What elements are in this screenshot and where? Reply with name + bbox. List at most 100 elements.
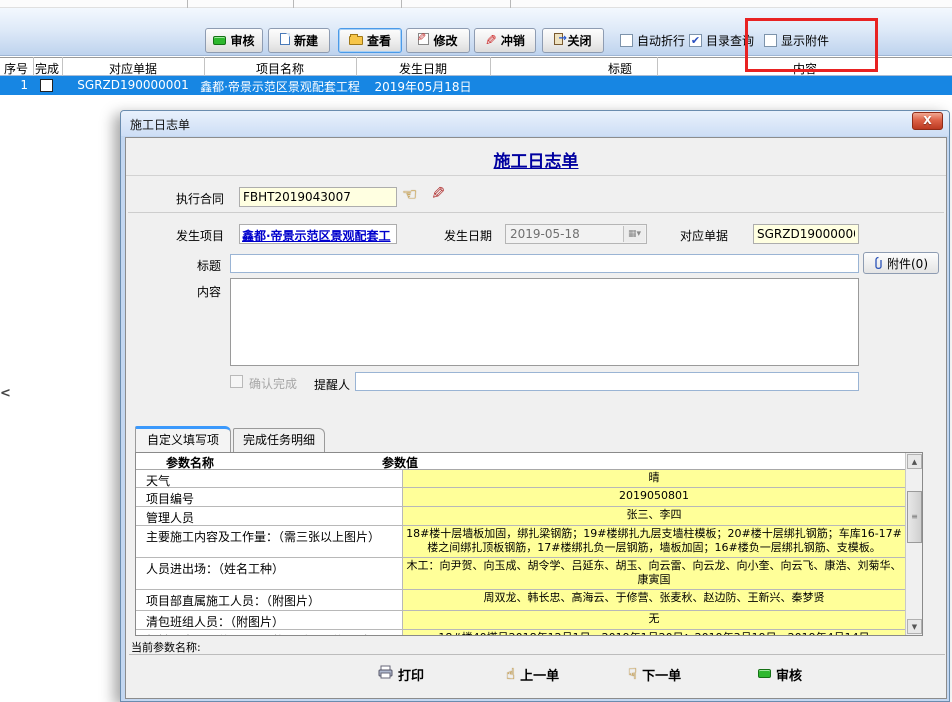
param-value-cell[interactable]: 2019050801 <box>403 488 905 506</box>
footer-button-label: 上一单 <box>520 665 559 684</box>
toolbar-button-label: 查看 <box>367 32 391 49</box>
param-row: 项目部直属施工人员：（附图片）周双龙、韩长忠、高海云、于修营、张麦秋、赵边防、王… <box>136 590 922 611</box>
form-title-band: 施工日志单 <box>126 138 946 176</box>
param-value-cell[interactable]: 18#楼40塔吊2018年12月1日－2019年1月20日；2019年3月19日… <box>403 630 905 636</box>
catalog-search-checkbox[interactable]: ✔ <box>689 34 702 47</box>
audit-icon <box>213 34 226 48</box>
param-value-cell[interactable]: 18#楼十层墙板加固，绑扎梁钢筋；19#楼绑扎九层支墙柱模板；20#楼十层绑扎钢… <box>403 526 905 557</box>
select-hand-icon[interactable]: ☜ <box>402 185 417 205</box>
param-table-scrollbar[interactable]: ▲ ≡ ▼ <box>905 453 922 635</box>
param-name-header: 参数名称 <box>166 454 214 471</box>
toolbar-button-label: 冲销 <box>501 32 525 49</box>
scroll-down-icon[interactable]: ▼ <box>907 619 922 634</box>
current-param-status: 当前参数名称: <box>129 639 945 655</box>
toolbar-button-modify[interactable]: 修改 <box>406 28 470 53</box>
checkbox-group-autowrap: 自动折行 <box>620 32 685 48</box>
footer-button-audit[interactable]: 审核 <box>758 662 802 686</box>
form-title: 施工日志单 <box>494 147 579 172</box>
doc-label: 对应单据 <box>680 227 728 244</box>
dialog-titlebar[interactable]: 施工日志单 X <box>121 111 949 136</box>
toolbar-button-label: 关闭 <box>567 32 591 49</box>
param-value-cell[interactable]: 无 <box>403 611 905 629</box>
row-separator <box>128 212 944 213</box>
title-input[interactable] <box>230 254 859 273</box>
close-icon[interactable]: X <box>912 112 943 130</box>
autowrap-checkbox[interactable] <box>620 34 633 47</box>
reminder-input[interactable] <box>355 372 859 391</box>
param-name-cell: 项目编号 <box>136 488 403 506</box>
grid-column-header: 序号 <box>4 60 28 77</box>
application-window: 审核新建查看修改✎冲销关闭自动折行✔目录查询显示附件 序号完成对应单据项目名称发… <box>0 0 952 702</box>
paperclip-icon <box>874 256 883 270</box>
writeoff-icon: ✎ <box>485 33 497 49</box>
param-row: 管理人员张三、李四 <box>136 507 922 526</box>
construction-log-dialog: 施工日志单 X 施工日志单 执行合同 ☜ ✎ 发生项目 鑫都·帝景示范区景观配套… <box>120 110 950 702</box>
param-row: 主要施工内容及工作量：（需三张以上图片）18#楼十层墙板加固，绑扎梁钢筋；19#… <box>136 526 922 558</box>
param-name-cell: 项目部直属施工人员：（附图片） <box>136 590 403 610</box>
param-name-cell: 管理人员 <box>136 507 403 525</box>
grid-column-header: 对应单据 <box>109 60 157 77</box>
modify-icon <box>418 33 429 48</box>
toolbar-button-writeoff[interactable]: ✎冲销 <box>474 28 536 53</box>
grid-row[interactable]: 1SGRZD190000001鑫都·帝景示范区景观配套工程2019年05月18日 <box>0 76 952 95</box>
param-name-cell: 机械进出场及使用：（品牌、型号、使用时间） <box>136 630 403 636</box>
dialog-title: 施工日志单 <box>130 116 190 133</box>
grid-column-header: 项目名称 <box>256 60 304 77</box>
confirm-complete-label: 确认完成 <box>249 375 297 392</box>
date-input[interactable]: 2019-05-18 ▦▾ <box>505 224 647 244</box>
param-rows: 天气晴项目编号2019050801管理人员张三、李四主要施工内容及工作量：（需三… <box>136 470 922 636</box>
grid-column-header: 完成 <box>35 60 59 77</box>
grid-column-header: 标题 <box>608 60 632 77</box>
param-name-cell: 天气 <box>136 470 403 487</box>
param-table-header: 参数名称 参数值 <box>136 453 922 470</box>
tab-custom-fields[interactable]: 自定义填写项 <box>135 426 231 452</box>
project-link-field[interactable]: 鑫都·帝景示范区景观配套工 <box>239 224 397 244</box>
attachment-button[interactable]: 附件(0) <box>863 252 939 274</box>
param-value-header: 参数值 <box>382 454 418 471</box>
scroll-thumb[interactable]: ≡ <box>907 491 922 543</box>
toolbar-button-close[interactable]: 关闭 <box>542 28 604 53</box>
param-name-cell: 清包班组人员：（附图片） <box>136 611 403 629</box>
annotation-highlight-box <box>745 18 878 72</box>
row-complete-checkbox[interactable] <box>40 79 53 92</box>
toolbar-button-label: 审核 <box>230 32 254 49</box>
edit-pencil-icon[interactable]: ✎ <box>431 184 445 204</box>
content-label: 内容 <box>197 283 221 300</box>
date-value: 2019-05-18 <box>510 227 580 241</box>
param-name-cell: 主要施工内容及工作量：（需三张以上图片） <box>136 526 403 557</box>
confirm-complete-checkbox[interactable] <box>230 375 243 388</box>
scroll-up-icon[interactable]: ▲ <box>907 454 922 469</box>
contract-input[interactable] <box>239 187 397 207</box>
footer-button-next[interactable]: ☟下一单 <box>628 662 681 686</box>
toolbar-button-view[interactable]: 查看 <box>338 28 402 53</box>
footer-button-prev[interactable]: ☝上一单 <box>506 662 559 686</box>
doc-input[interactable] <box>753 224 859 244</box>
param-value-cell[interactable]: 张三、李四 <box>403 507 905 525</box>
title-label: 标题 <box>197 257 221 274</box>
toolbar-button-label: 修改 <box>433 32 457 49</box>
param-row: 人员进出场：（姓名工种）木工：向尹贺、向玉成、胡令学、吕延东、胡玉、向云雷、向云… <box>136 558 922 590</box>
cell-seq: 1 <box>2 78 28 92</box>
param-value-cell[interactable]: 周双龙、韩长忠、高海云、于修营、张麦秋、赵边防、王新兴、秦梦贤 <box>403 590 905 610</box>
panel-collapse-icon[interactable]: < <box>0 386 11 401</box>
toolbar-button-label: 新建 <box>294 32 318 49</box>
door-icon <box>554 33 563 48</box>
param-value-cell[interactable]: 木工：向尹贺、向玉成、胡令学、吕延东、胡玉、向云雷、向云龙、向小奎、向云飞、康浩… <box>403 558 905 589</box>
calendar-dropdown-icon[interactable]: ▦▾ <box>623 226 645 242</box>
attachment-label: 附件(0) <box>887 255 928 272</box>
toolbar-button-audit[interactable]: 审核 <box>205 28 263 53</box>
print-icon <box>378 665 393 683</box>
date-label: 发生日期 <box>444 227 492 244</box>
footer-button-label: 审核 <box>776 665 802 684</box>
audit-icon <box>758 667 771 682</box>
param-value-cell[interactable]: 晴 <box>403 470 905 487</box>
grid-column-header: 发生日期 <box>399 60 447 77</box>
autowrap-checkbox-label: 自动折行 <box>637 32 685 49</box>
footer-button-print[interactable]: 打印 <box>378 662 424 686</box>
reminder-label: 提醒人 <box>314 376 350 393</box>
content-textarea[interactable] <box>230 278 859 366</box>
footer-button-label: 打印 <box>398 665 424 684</box>
toolbar-button-new[interactable]: 新建 <box>268 28 330 53</box>
param-row: 项目编号2019050801 <box>136 488 922 507</box>
tab-task-detail[interactable]: 完成任务明细 <box>233 428 325 452</box>
